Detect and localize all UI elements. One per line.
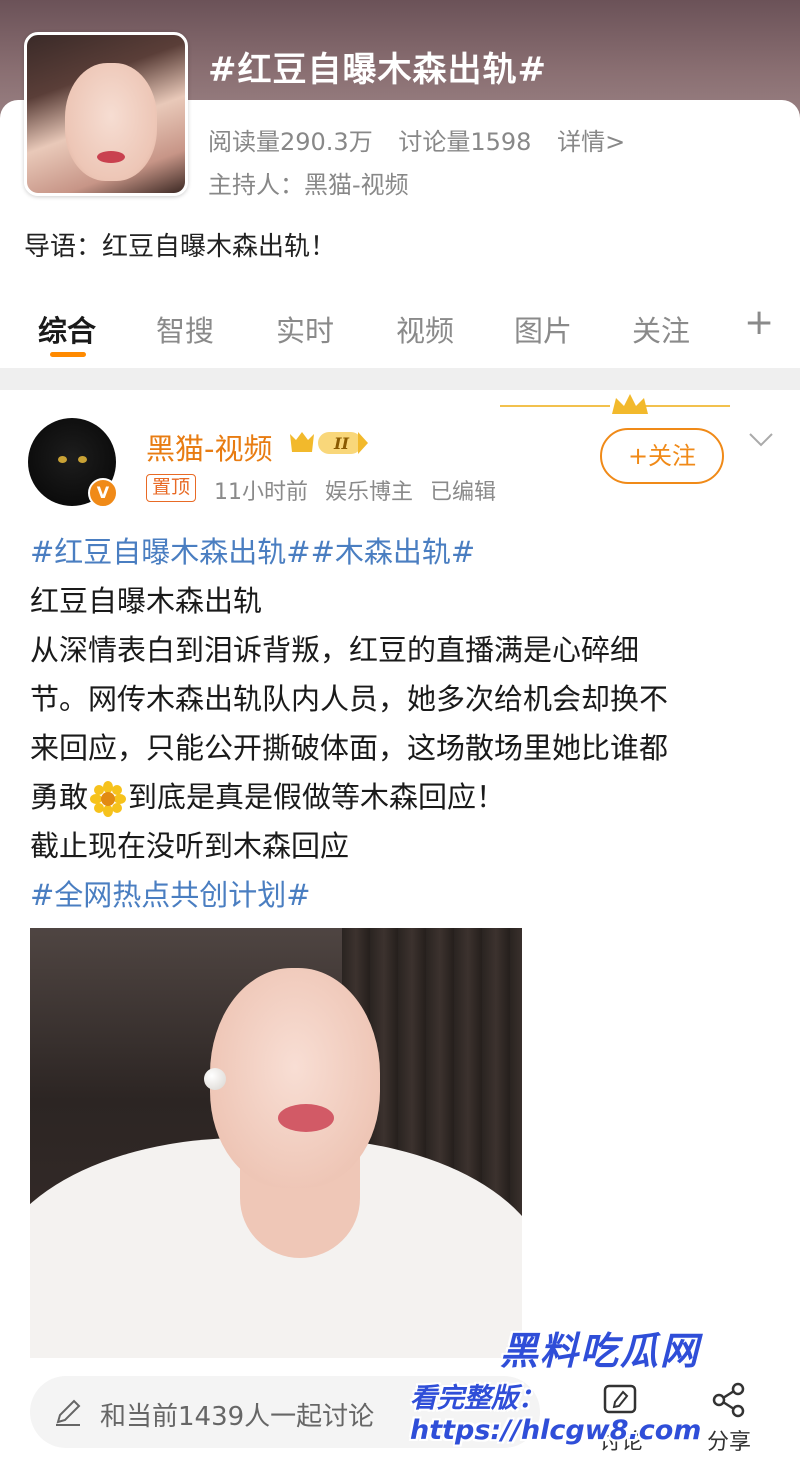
cover-face xyxy=(65,63,157,181)
topic-cover-image[interactable] xyxy=(24,32,188,196)
active-tab-indicator xyxy=(50,352,86,357)
post-edited: 已编辑 xyxy=(430,480,497,505)
post-author-role: 娱乐博主 xyxy=(325,480,414,505)
post-line: 从深情表白到泪诉背叛，红豆的直播满是心碎细 xyxy=(30,633,640,667)
tab-comprehensive[interactable]: 综合 xyxy=(38,308,96,350)
tab-bar: 综合 智搜 实时 视频 图片 关注 + xyxy=(0,300,800,360)
post-text-segment: 到底是真是假做等木森回应！ xyxy=(128,780,506,814)
share-button[interactable]: 分享 xyxy=(694,1380,764,1456)
post-image[interactable] xyxy=(30,928,522,1358)
discuss-button[interactable]: 讨论 xyxy=(586,1380,656,1456)
post-line: 节。网传木森出轨队内人员，她多次给机会却换不 xyxy=(30,682,669,716)
topic-intro: 导语：红豆自曝木森出轨！ xyxy=(24,232,337,262)
pinned-badge: 置顶 xyxy=(146,474,197,502)
crown-icon xyxy=(500,394,730,414)
avatar-eye xyxy=(78,456,87,463)
post-line: 红豆自曝木森出轨 xyxy=(30,584,263,618)
post-hashtag-bottom[interactable]: #全网热点共创计划# xyxy=(30,871,770,920)
post-time: 11小时前 xyxy=(214,480,308,505)
add-tab-button[interactable]: + xyxy=(744,302,774,343)
svg-text:II: II xyxy=(333,434,349,453)
discussion-placeholder: 和当前1439人一起讨论 xyxy=(100,1402,375,1432)
tab-following[interactable]: 关注 xyxy=(632,308,690,350)
discuss-icon xyxy=(603,1384,637,1414)
discussion-count: 讨论量1598 xyxy=(398,128,532,156)
post-line: 勇敢 到底是真是假做等木森回应！ xyxy=(30,773,770,822)
flower-emoji-icon xyxy=(90,781,127,817)
tab-images[interactable]: 图片 xyxy=(514,308,572,350)
post-content: #红豆自曝木森出轨##木森出轨# 红豆自曝木森出轨 从深情表白到泪诉背叛，红豆的… xyxy=(30,528,770,920)
section-divider xyxy=(0,368,800,390)
read-count: 阅读量290.3万 xyxy=(208,128,373,156)
image-lips xyxy=(278,1104,334,1132)
post-text-segment: 勇敢 xyxy=(30,780,89,814)
topic-title: #红豆自曝木森出轨# xyxy=(208,50,547,90)
verified-badge-icon: V xyxy=(88,478,118,508)
post-username[interactable]: 黑猫-视频 xyxy=(146,426,272,468)
chevron-down-icon[interactable] xyxy=(748,430,774,450)
topic-host[interactable]: 主持人：黑猫-视频 xyxy=(208,165,409,200)
tab-video[interactable]: 视频 xyxy=(396,308,454,350)
discuss-label: 讨论 xyxy=(598,1430,643,1455)
tab-realtime[interactable]: 实时 xyxy=(276,308,334,350)
avatar-eye xyxy=(58,456,67,463)
post-hashtags-top[interactable]: #红豆自曝木森出轨##木森出轨# xyxy=(30,528,770,577)
image-face xyxy=(210,968,380,1188)
post-line: 来回应，只能公开撕破体面，这场散场里她比谁都 xyxy=(30,731,669,765)
tab-smart-search[interactable]: 智搜 xyxy=(156,308,214,350)
cover-lips xyxy=(97,151,125,163)
details-link[interactable]: 详情> xyxy=(557,128,625,156)
post-meta: 11小时前 娱乐博主 已编辑 xyxy=(214,474,506,506)
discussion-input[interactable]: 和当前1439人一起讨论 xyxy=(30,1376,540,1448)
pen-icon xyxy=(56,1399,81,1426)
share-label: 分享 xyxy=(706,1430,751,1455)
member-level-badge: II xyxy=(290,432,368,454)
bottom-action-bar: 和当前1439人一起讨论 讨论 分享 xyxy=(0,1360,800,1465)
image-earring xyxy=(204,1068,226,1090)
share-icon xyxy=(712,1382,745,1418)
topic-stats: 阅读量290.3万 讨论量1598 详情> xyxy=(208,122,643,157)
follow-button[interactable]: +关注 xyxy=(600,428,724,484)
post-line: 截止现在没听到木森回应 xyxy=(30,829,350,863)
